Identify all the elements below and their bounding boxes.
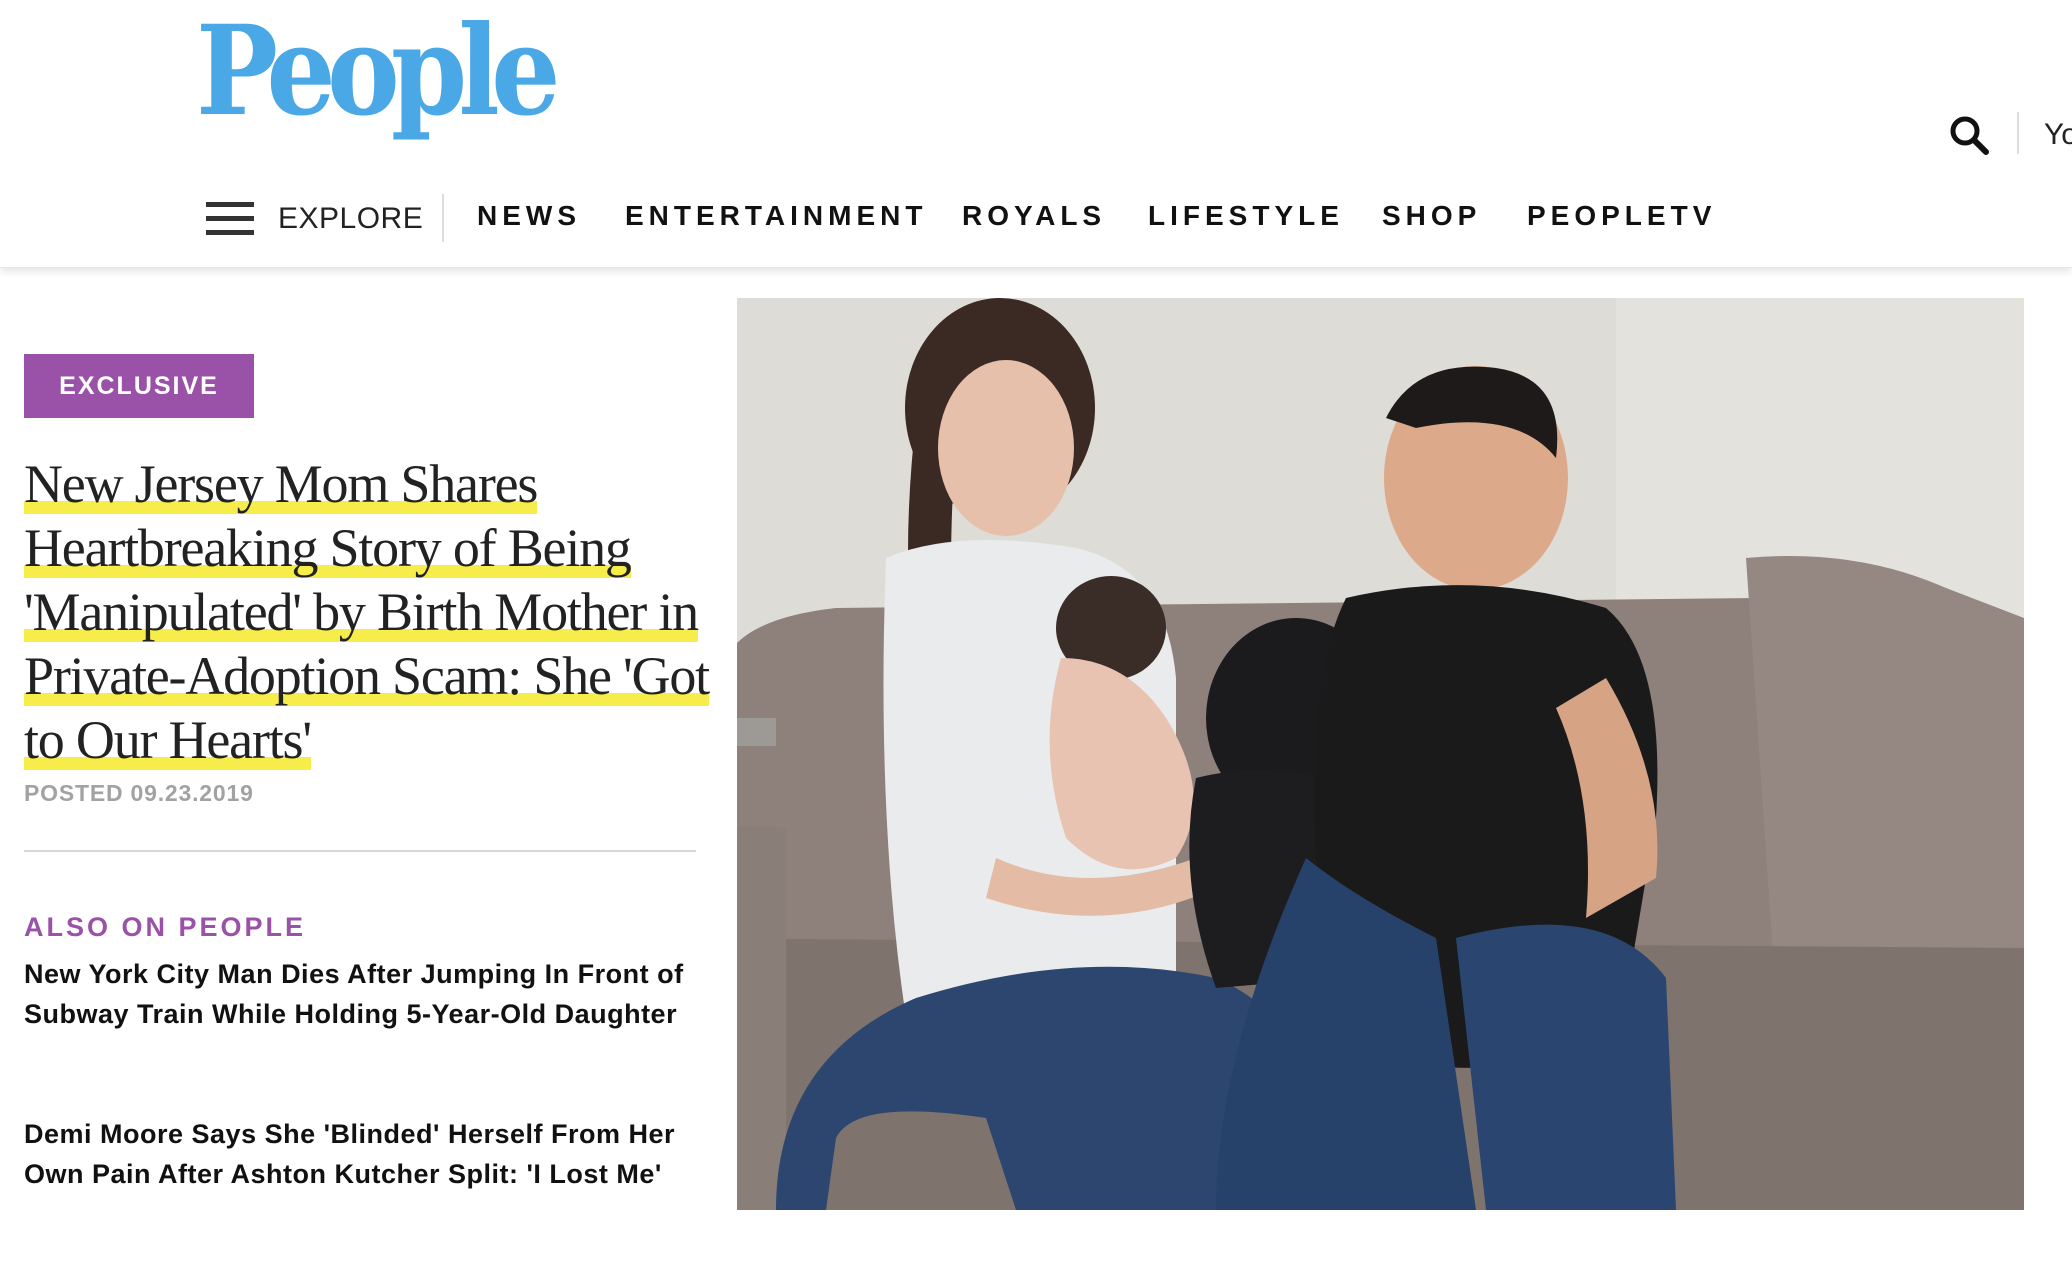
menu-icon[interactable] (206, 202, 254, 236)
header-divider (2017, 112, 2019, 154)
section-divider (24, 850, 696, 852)
hero-photo[interactable] (656, 298, 2024, 1210)
nav-item-peopletv[interactable]: PEOPLETV (1527, 200, 1716, 232)
nav-item-royals[interactable]: ROYALS (962, 200, 1106, 232)
search-icon[interactable] (1948, 114, 1990, 156)
article-headline[interactable]: New Jersey Mom Shares Heartbreaking Stor… (24, 452, 714, 772)
family-photo-illustration (656, 298, 2024, 1210)
nav-divider (442, 194, 444, 242)
panel-notch (656, 298, 737, 358)
explore-button[interactable]: EXPLORE (278, 202, 423, 236)
site-header: People Yo EXPLORE NEWS ENTERTAINMENT ROY… (0, 0, 2072, 268)
account-link[interactable]: Yo (2044, 118, 2072, 152)
posted-date: POSTED 09.23.2019 (24, 780, 254, 806)
related-article-link[interactable]: New York City Man Dies After Jumping In … (24, 954, 714, 1034)
article-summary-panel: EXCLUSIVE New Jersey Mom Shares Heartbre… (0, 268, 737, 1274)
nav-item-lifestyle[interactable]: LIFESTYLE (1148, 200, 1344, 232)
people-logo[interactable]: People (196, 10, 561, 134)
exclusive-badge[interactable]: EXCLUSIVE (24, 354, 254, 418)
nav-item-news[interactable]: NEWS (477, 200, 581, 232)
article-headline-text[interactable]: New Jersey Mom Shares Heartbreaking Stor… (24, 454, 710, 770)
related-article-link[interactable]: Demi Moore Says She 'Blinded' Herself Fr… (24, 1114, 714, 1194)
nav-item-entertainment[interactable]: ENTERTAINMENT (625, 200, 927, 232)
also-on-people-heading: ALSO ON PEOPLE (24, 912, 307, 942)
nav-item-shop[interactable]: SHOP (1382, 200, 1481, 232)
